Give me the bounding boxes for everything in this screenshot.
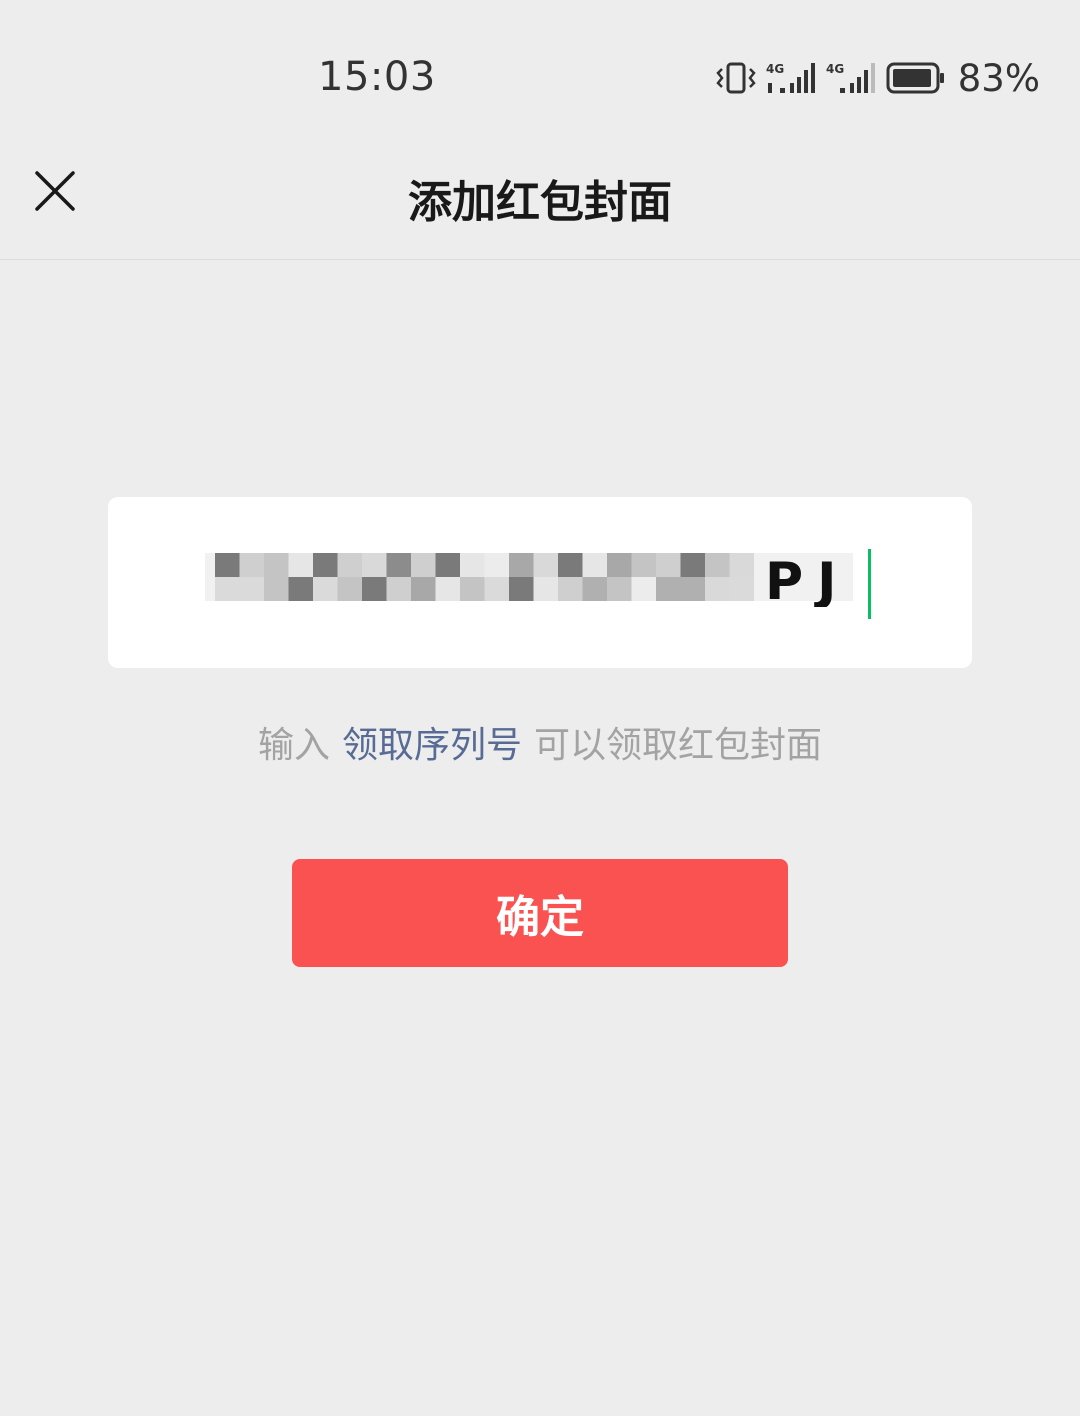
mask-pixel bbox=[729, 577, 754, 601]
mask-pixel bbox=[705, 577, 730, 601]
mask-pixel bbox=[460, 577, 485, 601]
hint-suffix: 可以领取红包封面 bbox=[534, 725, 823, 766]
signal-4g-icon: 4G bbox=[826, 61, 876, 95]
mask-pixel bbox=[386, 553, 411, 577]
masked-code-value: PJ bbox=[205, 552, 853, 607]
mask-pixel bbox=[337, 553, 362, 577]
svg-text:4G: 4G bbox=[826, 62, 844, 76]
mask-pixel bbox=[705, 553, 730, 577]
battery-icon bbox=[886, 61, 946, 95]
mask-pixel bbox=[582, 553, 607, 577]
vibrate-icon bbox=[716, 61, 756, 95]
mask-pixel bbox=[533, 577, 558, 601]
mask-pixel bbox=[215, 577, 240, 601]
status-icons: 4G 4G 83% bbox=[716, 56, 1040, 100]
mask-pixel bbox=[484, 577, 509, 601]
mask-pixel bbox=[239, 553, 264, 577]
mask-pixel bbox=[215, 553, 240, 577]
nav-bar: 添加红包封面 bbox=[0, 130, 1080, 260]
mask-pixel bbox=[435, 553, 460, 577]
mask-pixel bbox=[680, 553, 705, 577]
mask-pixel bbox=[386, 577, 411, 601]
mask-pixel bbox=[607, 553, 632, 577]
mask-pixel bbox=[631, 577, 656, 601]
mask-pixel bbox=[313, 553, 338, 577]
mask-pixel bbox=[607, 577, 632, 601]
status-bar: 15:03 4G 4G 83% bbox=[0, 0, 1080, 130]
mask-pixel bbox=[558, 553, 583, 577]
mask-pixel bbox=[656, 577, 681, 601]
mask-pixel bbox=[509, 553, 534, 577]
svg-text:4G: 4G bbox=[766, 62, 784, 76]
hint-text: 输入 领取序列号 可以领取红包封面 bbox=[0, 716, 1080, 768]
mask-pixel bbox=[460, 553, 485, 577]
visible-trailing-chars: PJ bbox=[765, 552, 850, 607]
confirm-button[interactable]: 确定 bbox=[292, 859, 788, 967]
mask-pixel bbox=[239, 577, 264, 601]
status-time: 15:03 bbox=[318, 54, 436, 100]
page-title: 添加红包封面 bbox=[408, 177, 672, 228]
mask-pixel bbox=[533, 553, 558, 577]
mask-pixel bbox=[509, 577, 534, 601]
mask-pixel bbox=[680, 577, 705, 601]
mask-pixel bbox=[435, 577, 460, 601]
mask-pixel bbox=[411, 553, 436, 577]
text-cursor bbox=[868, 549, 871, 619]
mask-pixel bbox=[656, 553, 681, 577]
mask-pixel bbox=[582, 577, 607, 601]
mask-pixel bbox=[313, 577, 338, 601]
hint-prefix: 输入 bbox=[257, 725, 330, 766]
mask-pixel bbox=[288, 577, 313, 601]
mask-pixel bbox=[558, 577, 583, 601]
mask-pixel bbox=[411, 577, 436, 601]
mask-pixel bbox=[264, 553, 289, 577]
mask-pixel bbox=[264, 577, 289, 601]
mask-pixel bbox=[362, 577, 387, 601]
mask-pixel bbox=[484, 553, 509, 577]
battery-percent: 83% bbox=[957, 56, 1040, 100]
mask-pixel bbox=[288, 553, 313, 577]
screen: 15:03 4G 4G 83% 添加红包封面 PJ 输入 领取序列号 可以领取红… bbox=[0, 0, 1080, 1416]
mask-pixel bbox=[362, 553, 387, 577]
signal-4g-icon: 4G bbox=[766, 61, 816, 95]
mask-pixel bbox=[631, 553, 656, 577]
serial-number-link[interactable]: 领取序列号 bbox=[342, 725, 522, 766]
mask-pixel bbox=[337, 577, 362, 601]
mask-pixel bbox=[729, 553, 754, 577]
